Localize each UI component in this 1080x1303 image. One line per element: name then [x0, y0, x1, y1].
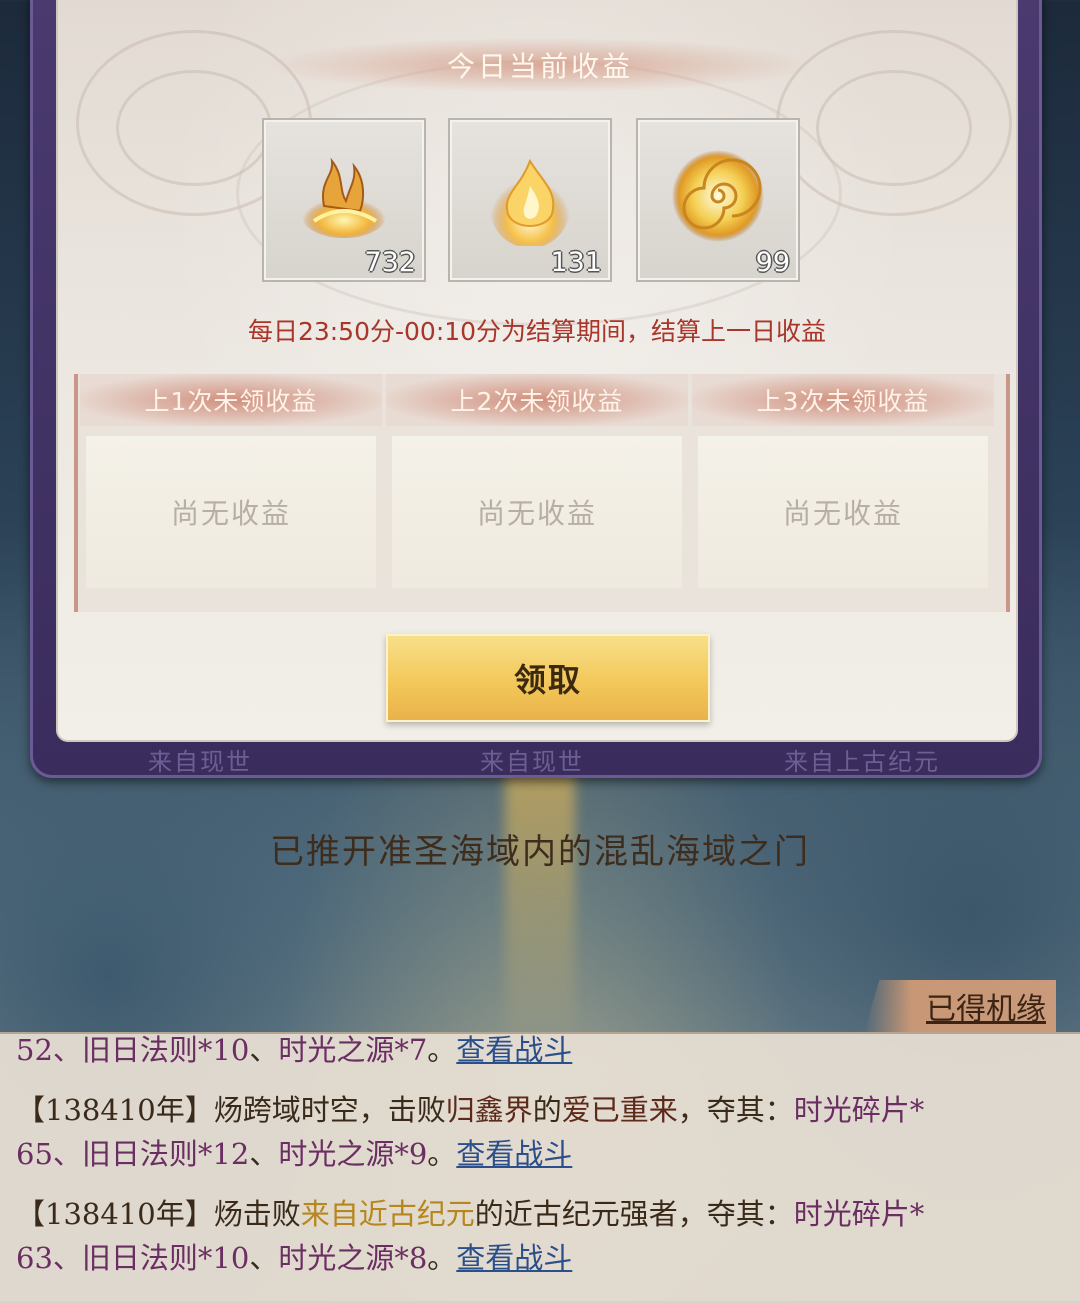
- frame-tab-2[interactable]: 来自现世: [480, 742, 584, 777]
- view-battle-link[interactable]: 查看战斗: [456, 1137, 572, 1171]
- slot-header: 上3次未领收益: [692, 374, 994, 426]
- view-battle-link[interactable]: 查看战斗: [456, 1033, 572, 1067]
- income-title-banner: 今日当前收益: [270, 38, 810, 92]
- log-line: 52、旧日法则*10、时光之源*7。查看战斗: [16, 1033, 573, 1067]
- view-battle-link[interactable]: 查看战斗: [456, 1241, 572, 1275]
- reward-item-old-law[interactable]: 732: [262, 118, 426, 282]
- log-line: 【138410年】炀击败来自近古纪元的近古纪元强者，夺其：时光碎片*: [16, 1197, 925, 1231]
- status-message: 已推开准圣海域内的混乱海域之门: [270, 832, 810, 872]
- income-title: 今日当前收益: [446, 50, 633, 83]
- acquired-fortune-tab[interactable]: 已得机缘: [864, 980, 1056, 1032]
- item-count: 131: [550, 247, 602, 278]
- golden-vortex-icon: [668, 146, 768, 246]
- settlement-note: 每日23:50分-00:10分为结算期间，结算上一日收益: [247, 317, 827, 346]
- unclaimed-slot-1: 上1次未领收益 尚无收益: [80, 374, 382, 604]
- item-count: 732: [364, 247, 416, 278]
- log-line: 65、旧日法则*12、时光之源*9。查看战斗: [16, 1137, 573, 1171]
- golden-flame-law-icon: [294, 146, 394, 246]
- battle-log: 52、旧日法则*10、时光之源*7。查看战斗 【138410年】炀跨域时空，击败…: [0, 1032, 1080, 1303]
- unclaimed-income-box: 上1次未领收益 尚无收益 上2次未领收益 尚无收益 上3次未领收益 尚无收益: [74, 374, 1010, 612]
- item-count: 99: [755, 247, 790, 278]
- daily-income-panel: [56, 0, 1018, 742]
- log-line: 【138410年】炀跨域时空，击败归鑫界的爱已重来，夺其：时光碎片*: [16, 1093, 925, 1127]
- unclaimed-slot-3: 上3次未领收益 尚无收益: [692, 374, 994, 604]
- slot-header: 上1次未领收益: [80, 374, 382, 426]
- light-beam: [505, 770, 575, 1030]
- reward-item-flame[interactable]: 131: [448, 118, 612, 282]
- unclaimed-slot-2: 上2次未领收益 尚无收益: [386, 374, 688, 604]
- log-line: 63、旧日法则*10、时光之源*8。查看战斗: [16, 1241, 573, 1275]
- slot-empty-text: 尚无收益: [86, 436, 376, 588]
- cloud-swirl-decoration: [816, 70, 972, 186]
- frame-tab-3[interactable]: 来自上古纪元: [784, 742, 940, 777]
- claim-button[interactable]: 领取: [386, 634, 710, 722]
- reward-item-time-source[interactable]: 99: [636, 118, 800, 282]
- slot-header: 上2次未领收益: [386, 374, 688, 426]
- frame-tab-1[interactable]: 来自现世: [148, 742, 252, 777]
- slot-empty-text: 尚无收益: [698, 436, 988, 588]
- golden-fire-icon: [480, 146, 580, 248]
- slot-empty-text: 尚无收益: [392, 436, 682, 588]
